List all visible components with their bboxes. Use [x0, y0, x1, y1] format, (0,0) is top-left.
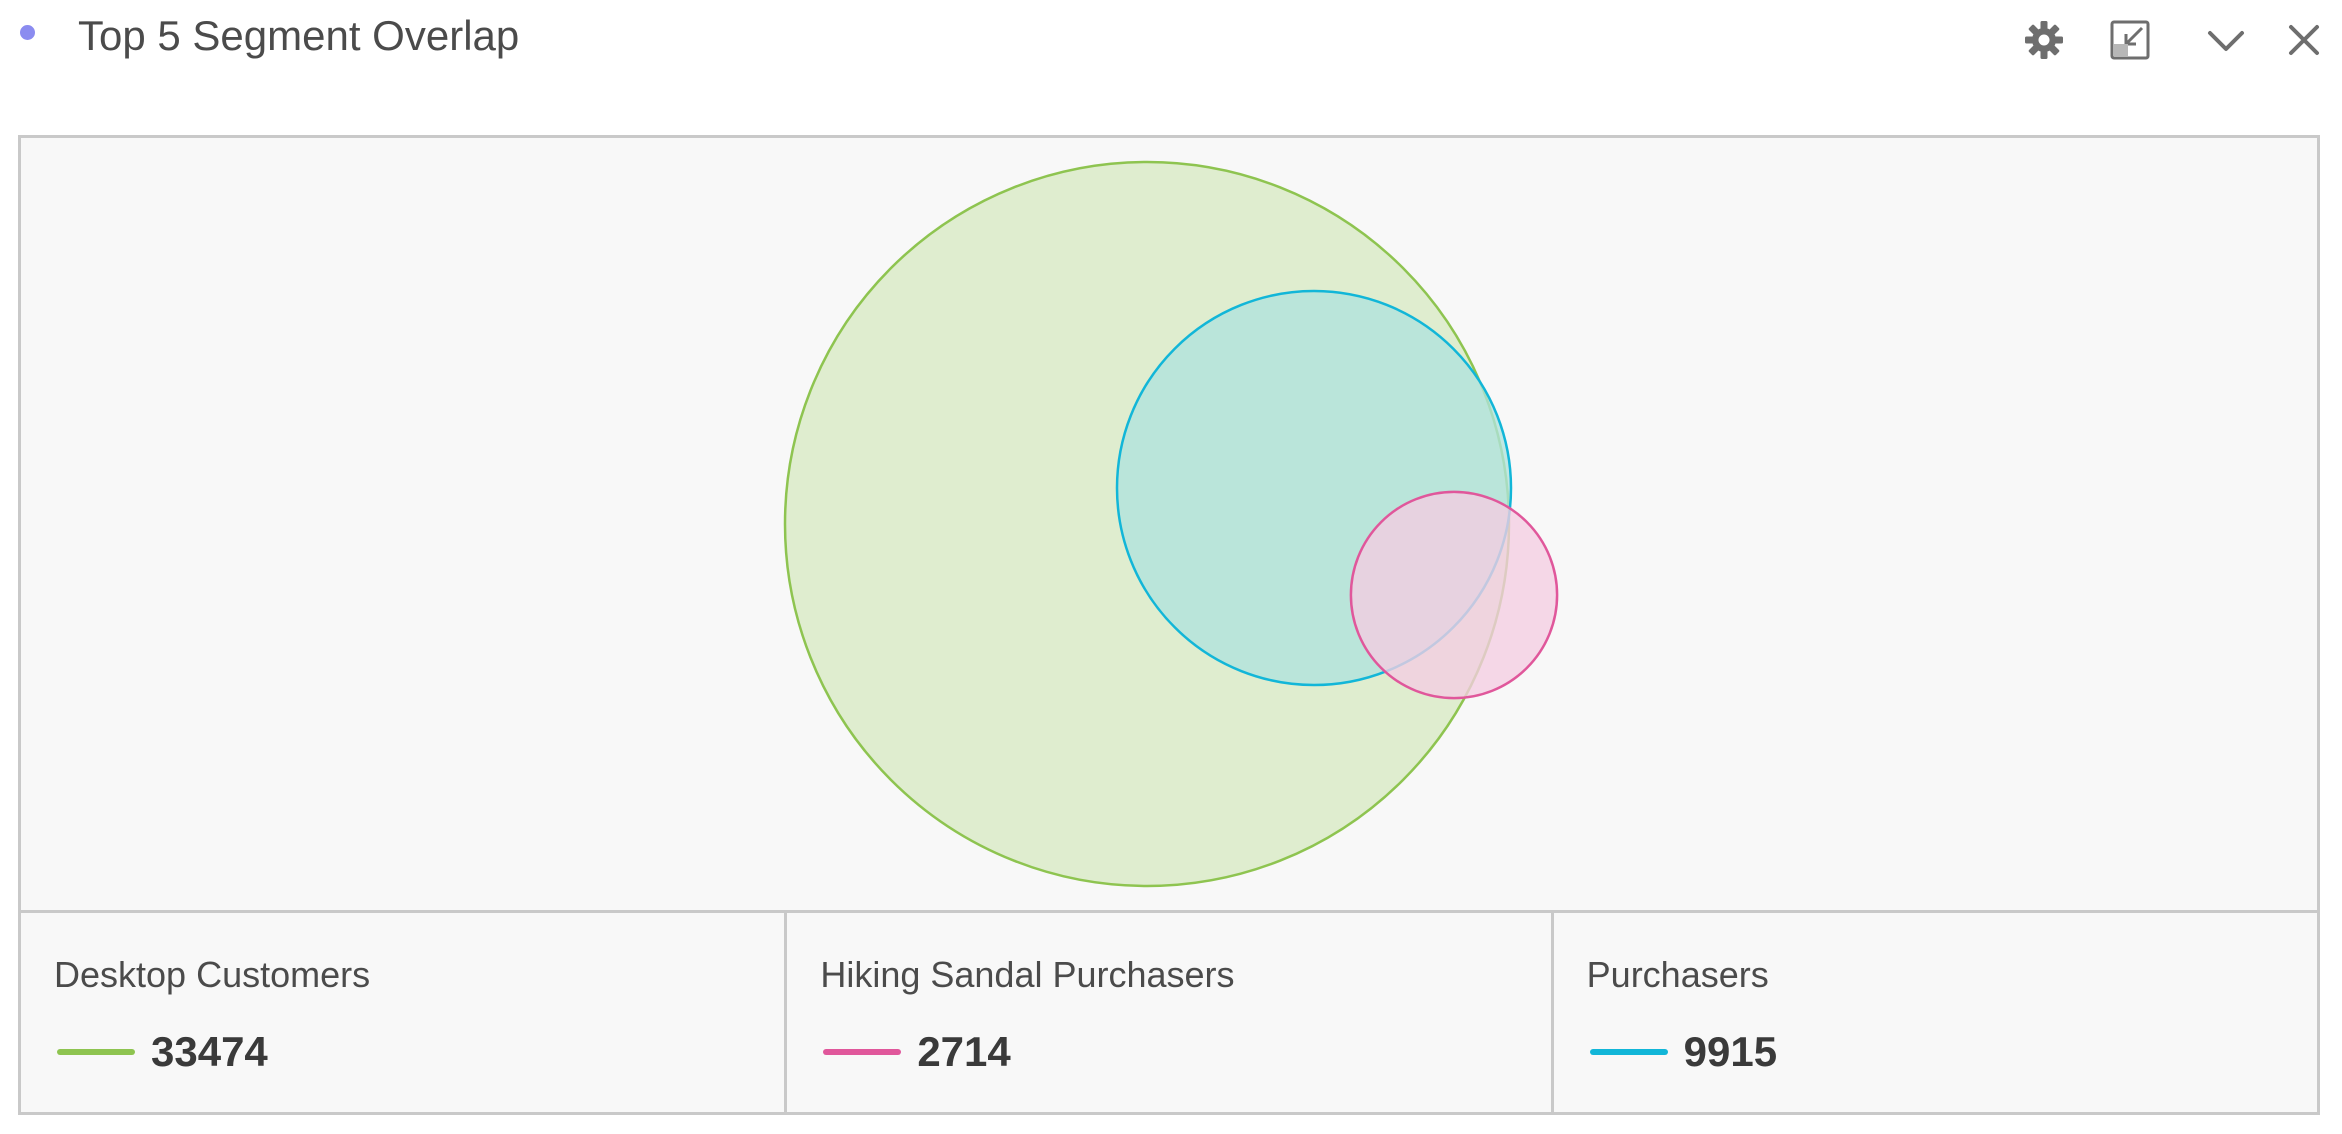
legend-row: Desktop Customers 33474 Hiking Sandal Pu… — [21, 910, 2317, 1112]
legend-label: Desktop Customers — [54, 954, 371, 995]
panel-header: Top 5 Segment Overlap — [0, 0, 2342, 110]
venn-circle-hiking-sandal-purchasers[interactable] — [1349, 490, 1559, 700]
settings-button[interactable] — [2016, 12, 2072, 68]
status-dot — [20, 25, 35, 40]
legend-item-hiking-sandal-purchasers: Hiking Sandal Purchasers 2714 — [787, 913, 1554, 1112]
legend-swatch — [823, 1049, 902, 1055]
close-button[interactable] — [2276, 12, 2332, 68]
chevron-down-icon — [2208, 31, 2244, 51]
legend-value: 33474 — [151, 1028, 268, 1075]
legend-swatch — [1589, 1049, 1668, 1055]
expand-button[interactable] — [2102, 12, 2158, 68]
venn-chart-area — [21, 138, 2317, 910]
legend-swatch — [57, 1049, 135, 1055]
panel-title: Top 5 Segment Overlap — [78, 12, 520, 59]
collapse-button[interactable] — [2198, 12, 2254, 68]
legend-value: 9915 — [1683, 1028, 1778, 1075]
legend-label: Hiking Sandal Purchasers — [820, 954, 1235, 995]
venn-diagram — [783, 160, 1559, 888]
legend-item-desktop-customers: Desktop Customers 33474 — [21, 913, 788, 1112]
gear-icon — [2025, 21, 2063, 59]
legend-value: 2714 — [917, 1028, 1011, 1075]
expand-icon — [2110, 20, 2150, 60]
legend-item-purchasers: Purchasers 9915 — [1554, 913, 2317, 1112]
segment-overlap-visualization: Desktop Customers 33474 Hiking Sandal Pu… — [18, 135, 2320, 1115]
close-icon — [2289, 25, 2319, 55]
legend-label: Purchasers — [1586, 954, 1769, 995]
